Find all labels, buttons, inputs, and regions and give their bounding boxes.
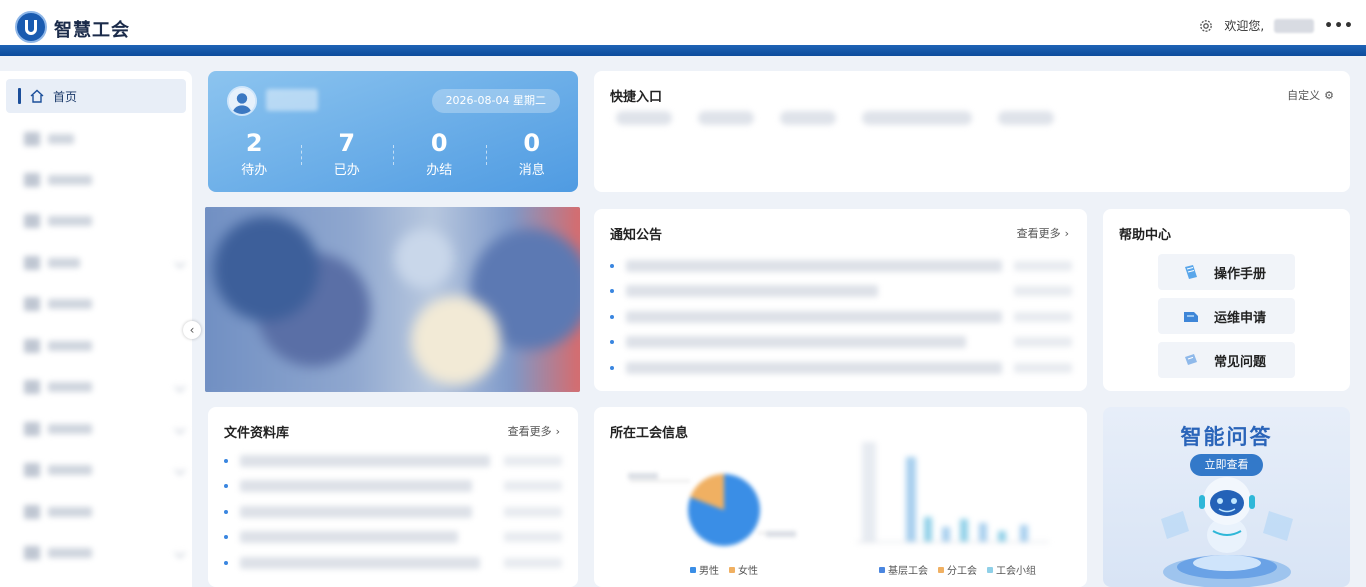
stat-messages[interactable]: 0 消息: [485, 129, 579, 178]
logo-icon: [25, 20, 37, 35]
sidebar: 首页: [0, 71, 192, 587]
avatar: [227, 86, 257, 116]
quick-entry-item[interactable]: [998, 111, 1054, 125]
quick-entry-item[interactable]: [698, 111, 754, 125]
sidebar-item[interactable]: [24, 420, 186, 438]
sidebar-item-label: 首页: [53, 89, 78, 104]
notice-card: 通知公告 查看更多 ›: [594, 209, 1087, 391]
sidebar-item[interactable]: [24, 544, 186, 562]
ai-qa-card: 智能问答 立即查看: [1103, 407, 1350, 587]
maintenance-request-button[interactable]: 运维申请: [1158, 298, 1295, 334]
list-item[interactable]: [610, 279, 1072, 305]
quick-entry-card: 快捷入口 自定义 ⚙: [594, 71, 1350, 192]
task-stats: 2 待办 7 已办 0 办结 0 消息: [208, 129, 578, 178]
list-item[interactable]: [224, 474, 562, 500]
robot-illustration: [1161, 477, 1293, 587]
manual-icon: [1185, 265, 1197, 279]
sidebar-item[interactable]: [24, 212, 184, 230]
legend-male[interactable]: 男性: [690, 562, 719, 577]
maintenance-icon: [1184, 312, 1198, 322]
quick-entry-item[interactable]: [616, 111, 672, 125]
active-indicator: [18, 88, 21, 104]
gear-icon: ⚙: [1324, 88, 1334, 102]
faq-button[interactable]: 常见问题: [1158, 342, 1295, 378]
list-item[interactable]: [224, 550, 562, 576]
notice-more-link[interactable]: 查看更多 ›: [1017, 225, 1069, 241]
welcome-text: 欢迎您,: [1224, 19, 1265, 33]
stat-closed[interactable]: 0 办结: [393, 129, 486, 178]
help-center-card: 帮助中心 操作手册 运维申请 常见问题: [1103, 209, 1350, 391]
user-name[interactable]: [1274, 18, 1315, 33]
legend-basic-union[interactable]: 基层工会: [879, 562, 928, 577]
home-icon: [30, 89, 44, 103]
file-list: [224, 448, 562, 576]
file-library-title: 文件资料库: [224, 426, 290, 441]
quick-entry-title: 快捷入口: [610, 90, 663, 105]
sidebar-item[interactable]: [24, 337, 184, 355]
quick-entry-list: [616, 111, 1054, 125]
sidebar-item[interactable]: [24, 503, 184, 521]
org-legend: 基层工会 分工会 工会小组: [879, 562, 1036, 577]
customize-button[interactable]: 自定义 ⚙: [1287, 87, 1334, 103]
news-banner-image[interactable]: [205, 207, 580, 392]
union-info-card: 所在工会信息 男性 女性 基层工会 分工会 工会小组: [594, 407, 1087, 587]
list-item[interactable]: [224, 499, 562, 525]
legend-union-group[interactable]: 工会小组: [987, 562, 1036, 577]
gender-pie-chart[interactable]: [628, 473, 796, 546]
sidebar-item-home[interactable]: 首页: [6, 79, 186, 113]
user-avatar-icon: [229, 88, 255, 114]
list-item[interactable]: [610, 253, 1072, 279]
union-charts: [628, 442, 1049, 546]
quick-entry-item[interactable]: [862, 111, 972, 125]
app-logo: [15, 11, 47, 43]
list-item[interactable]: [610, 304, 1072, 330]
sidebar-item[interactable]: [24, 378, 186, 396]
legend-branch-union[interactable]: 分工会: [938, 562, 977, 577]
sidebar-item[interactable]: [24, 130, 184, 148]
chevron-left-icon: ‹: [189, 323, 195, 337]
app-title: 智慧工会: [54, 20, 130, 41]
list-item[interactable]: [224, 448, 562, 474]
current-date: 2026-08-04 星期二: [431, 89, 560, 113]
settings-gear-icon[interactable]: [1198, 18, 1214, 34]
header-user-area: 欢迎您, •••: [1198, 17, 1354, 34]
file-library-card: 文件资料库 查看更多 ›: [208, 407, 578, 587]
files-more-link[interactable]: 查看更多 ›: [508, 423, 560, 439]
chevron-right-icon: ›: [1064, 226, 1069, 240]
user-profile-card: 2026-08-04 星期二 2 待办 7 已办 0 办结 0 消息: [208, 71, 578, 192]
faq-icon: [1185, 354, 1197, 365]
list-item[interactable]: [224, 525, 562, 551]
more-menu-icon[interactable]: •••: [1324, 18, 1354, 34]
list-item[interactable]: [610, 355, 1072, 381]
notice-title: 通知公告: [610, 228, 663, 243]
header-bar: [0, 45, 1366, 56]
legend-female[interactable]: 女性: [729, 562, 758, 577]
chevron-right-icon: ›: [555, 424, 560, 438]
stat-todo[interactable]: 2 待办: [208, 129, 301, 178]
top-header: 智慧工会 欢迎您, •••: [0, 0, 1366, 56]
manual-button[interactable]: 操作手册: [1158, 254, 1295, 290]
notice-list: [610, 253, 1072, 381]
quick-entry-item[interactable]: [780, 111, 836, 125]
user-name-blurred: [266, 89, 318, 111]
org-bar-chart[interactable]: [856, 442, 1049, 543]
sidebar-item[interactable]: [24, 295, 184, 313]
stat-done[interactable]: 7 已办: [300, 129, 394, 178]
help-center-title: 帮助中心: [1119, 228, 1172, 243]
sidebar-item[interactable]: [24, 254, 186, 272]
sidebar-item[interactable]: [24, 461, 186, 479]
gender-legend: 男性 女性: [690, 562, 758, 577]
sidebar-item[interactable]: [24, 171, 184, 189]
list-item[interactable]: [610, 330, 1072, 356]
sidebar-collapse-button[interactable]: ‹: [183, 321, 201, 339]
